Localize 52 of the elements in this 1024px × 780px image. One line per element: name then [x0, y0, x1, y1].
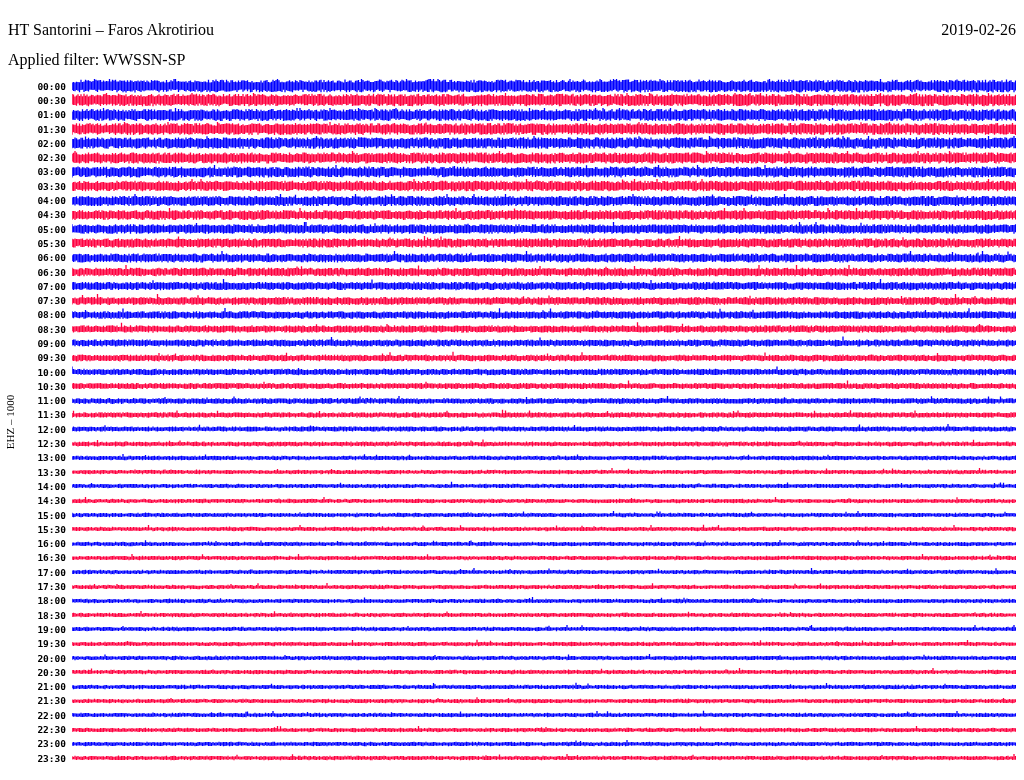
time-label: 14:00 — [36, 480, 67, 492]
time-label: 10:30 — [36, 380, 67, 392]
time-label: 03:00 — [36, 166, 67, 178]
time-label: 00:30 — [36, 94, 67, 106]
time-label: 13:30 — [36, 466, 67, 478]
filter-label: Applied filter: WWSSN-SP — [7, 50, 187, 70]
time-label: 20:00 — [36, 652, 67, 664]
time-label: 21:30 — [36, 695, 67, 707]
time-label: 16:00 — [36, 538, 67, 550]
time-label: 13:00 — [36, 452, 67, 464]
time-label: 16:30 — [36, 552, 67, 564]
time-label: 18:30 — [36, 609, 67, 621]
time-label: 21:00 — [36, 681, 67, 693]
time-label: 15:00 — [36, 509, 67, 521]
time-label: 01:00 — [36, 109, 67, 121]
time-label: 22:00 — [36, 709, 67, 721]
time-label: 05:30 — [36, 237, 67, 249]
time-label: 14:30 — [36, 495, 67, 507]
time-label: 01:30 — [36, 123, 67, 135]
time-label: 18:00 — [36, 595, 67, 607]
time-label: 17:30 — [36, 581, 67, 593]
time-label: 07:30 — [36, 295, 67, 307]
time-label: 09:30 — [36, 352, 67, 364]
time-label: 04:00 — [36, 195, 67, 206]
time-label: 02:30 — [36, 152, 67, 164]
time-label: 15:30 — [36, 523, 67, 535]
time-label: 10:00 — [36, 366, 67, 378]
time-label: 12:30 — [36, 438, 67, 450]
time-label: 04:30 — [36, 209, 67, 221]
time-label: 09:00 — [36, 338, 67, 349]
time-label: 08:30 — [36, 323, 67, 335]
station-title: HT Santorini – Faros Akrotiriou — [8, 20, 214, 40]
time-label: 07:00 — [36, 280, 67, 292]
time-label: 03:30 — [36, 180, 67, 192]
time-label: 00:00 — [36, 80, 67, 92]
time-label: 11:30 — [36, 409, 67, 421]
time-label: 06:30 — [36, 266, 67, 278]
time-label: 17:00 — [36, 566, 67, 578]
time-label: 20:30 — [36, 666, 67, 678]
time-label: 19:30 — [36, 638, 67, 650]
time-label: 22:30 — [36, 724, 67, 735]
time-label: 02:00 — [36, 137, 67, 149]
time-label: 12:00 — [36, 423, 67, 435]
time-label: 08:00 — [36, 309, 67, 321]
time-label: 11:00 — [36, 395, 67, 407]
time-label: 19:00 — [36, 623, 67, 635]
time-label: 05:00 — [36, 223, 67, 235]
channel-label: EHZ – 1000 — [4, 394, 16, 450]
time-label: 23:00 — [36, 738, 67, 750]
time-label: 06:00 — [36, 252, 67, 264]
time-label: 23:30 — [36, 752, 67, 764]
date-label: 2019-02-26 — [941, 20, 1016, 40]
